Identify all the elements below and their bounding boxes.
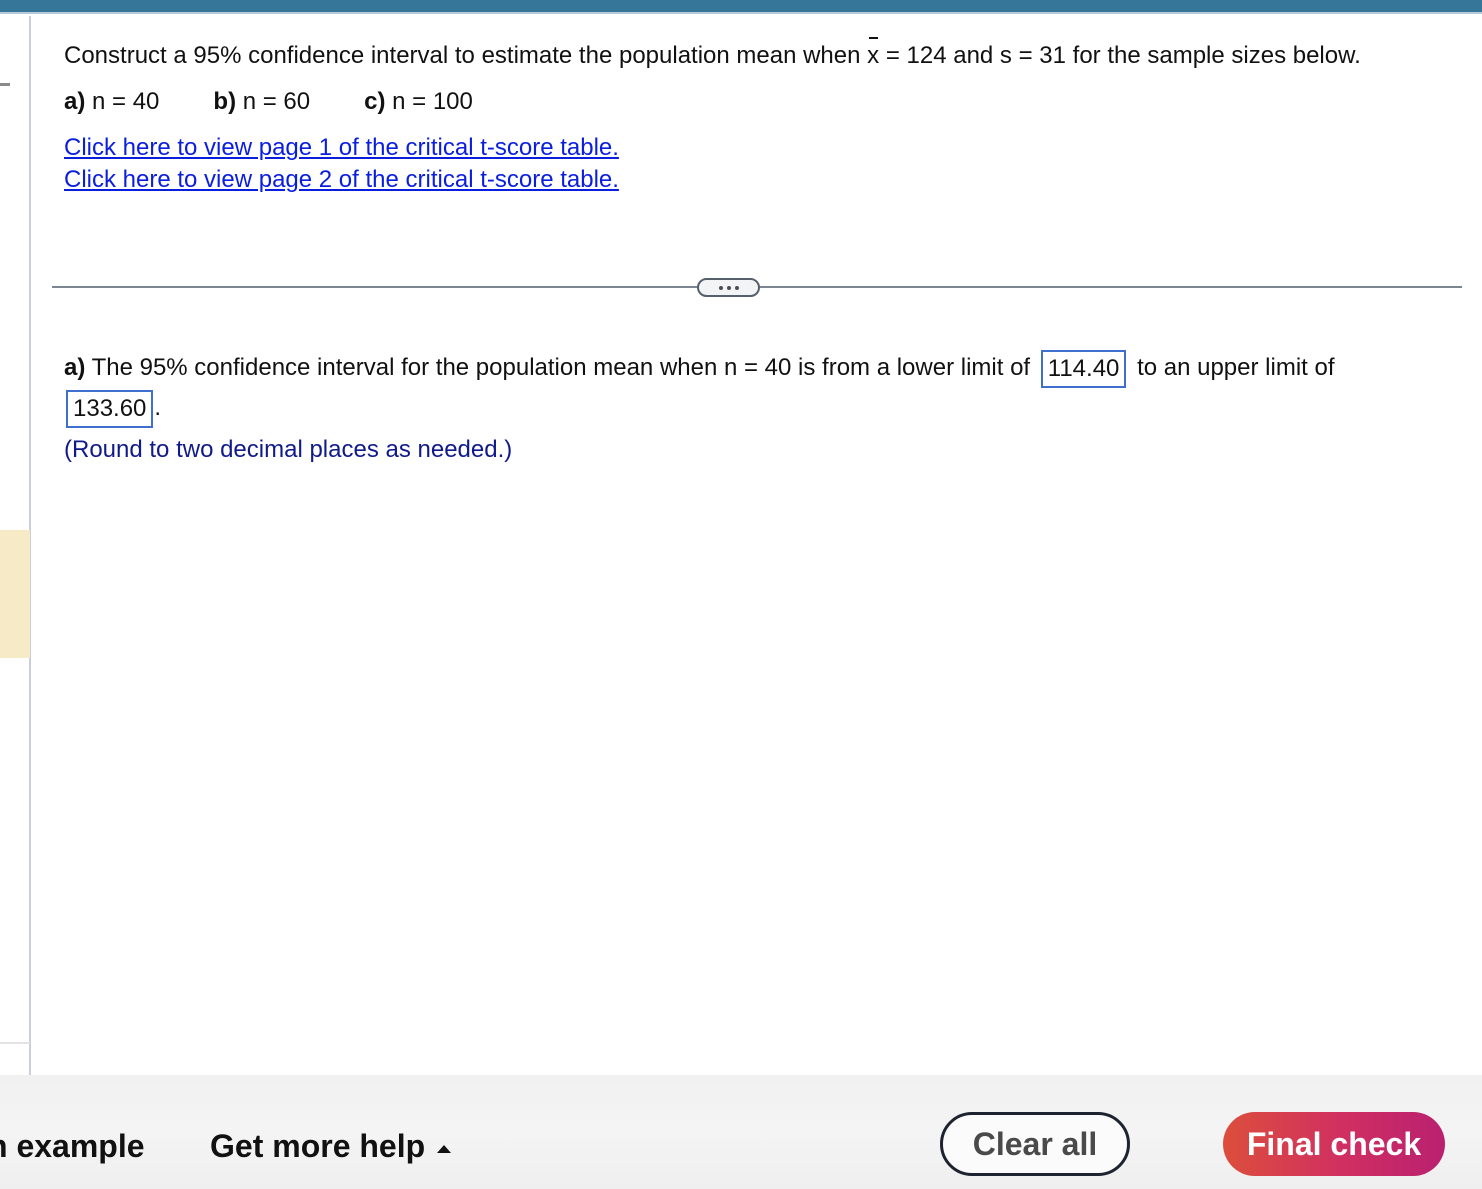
t-table-page-2-link[interactable]: Click here to view page 2 of the critica… <box>64 164 1464 196</box>
ellipsis-icon <box>718 285 723 290</box>
part-c-text: n = 100 <box>385 88 473 115</box>
t-table-page-1-link[interactable]: Click here to view page 1 of the critica… <box>64 132 1464 164</box>
lower-limit-input[interactable]: 114.40 <box>1040 349 1127 388</box>
expand-more-button[interactable] <box>697 278 760 297</box>
final-check-button[interactable]: Final check <box>1223 1112 1445 1176</box>
question-text: Construct a 95% confidence interval to e… <box>64 37 1404 72</box>
t-table-links: Click here to view page 1 of the critica… <box>64 132 1464 196</box>
x-bar-symbol: x <box>867 37 879 72</box>
left-rail <box>0 16 31 1076</box>
part-a-label: a) <box>64 88 86 115</box>
part-c-label: c) <box>364 88 386 115</box>
footer-bar: n example Get more help Clear all Final … <box>0 1075 1482 1189</box>
part-a-text: n = 40 <box>85 88 160 115</box>
rail-collapse-handle[interactable] <box>0 83 10 86</box>
view-example-button[interactable]: n example <box>0 1128 145 1165</box>
part-b-label: b) <box>213 88 237 115</box>
question-panel: Construct a 95% confidence interval to e… <box>64 37 1464 196</box>
part-b-text: n = 60 <box>236 88 311 115</box>
rail-current-question-highlight[interactable] <box>0 530 30 658</box>
top-bar <box>0 0 1482 14</box>
rounding-hint: (Round to two decimal places as needed.) <box>64 436 513 463</box>
answer-text-mid: to an upper limit of <box>1137 354 1335 381</box>
ellipsis-icon <box>726 285 731 290</box>
part-a: a) n = 40 <box>64 86 159 118</box>
get-more-help-label: Get more help <box>210 1128 426 1164</box>
answer-part-label: a) <box>64 354 86 381</box>
answer-section: a) The 95% confidence interval for the p… <box>64 348 1464 466</box>
part-b: b) n = 60 <box>213 86 310 118</box>
caret-up-icon <box>437 1144 452 1153</box>
answer-sentence: a) The 95% confidence interval for the p… <box>64 348 1464 428</box>
question-prefix: Construct a 95% confidence interval to e… <box>64 42 868 69</box>
rail-divider <box>0 1042 30 1044</box>
sample-size-parts: a) n = 40 b) n = 60 c) n = 100 <box>64 86 1464 118</box>
upper-limit-input[interactable]: 133.60 <box>66 389 154 428</box>
clear-all-button[interactable]: Clear all <box>940 1112 1130 1176</box>
ellipsis-icon <box>734 285 739 290</box>
answer-text-end: . <box>154 394 162 421</box>
question-suffix: = 124 and s = 31 for the sample sizes be… <box>879 42 1361 69</box>
answer-text-start: The 95% confidence interval for the popu… <box>85 354 1031 381</box>
get-more-help-button[interactable]: Get more help <box>210 1128 452 1165</box>
part-c: c) n = 100 <box>364 86 473 118</box>
